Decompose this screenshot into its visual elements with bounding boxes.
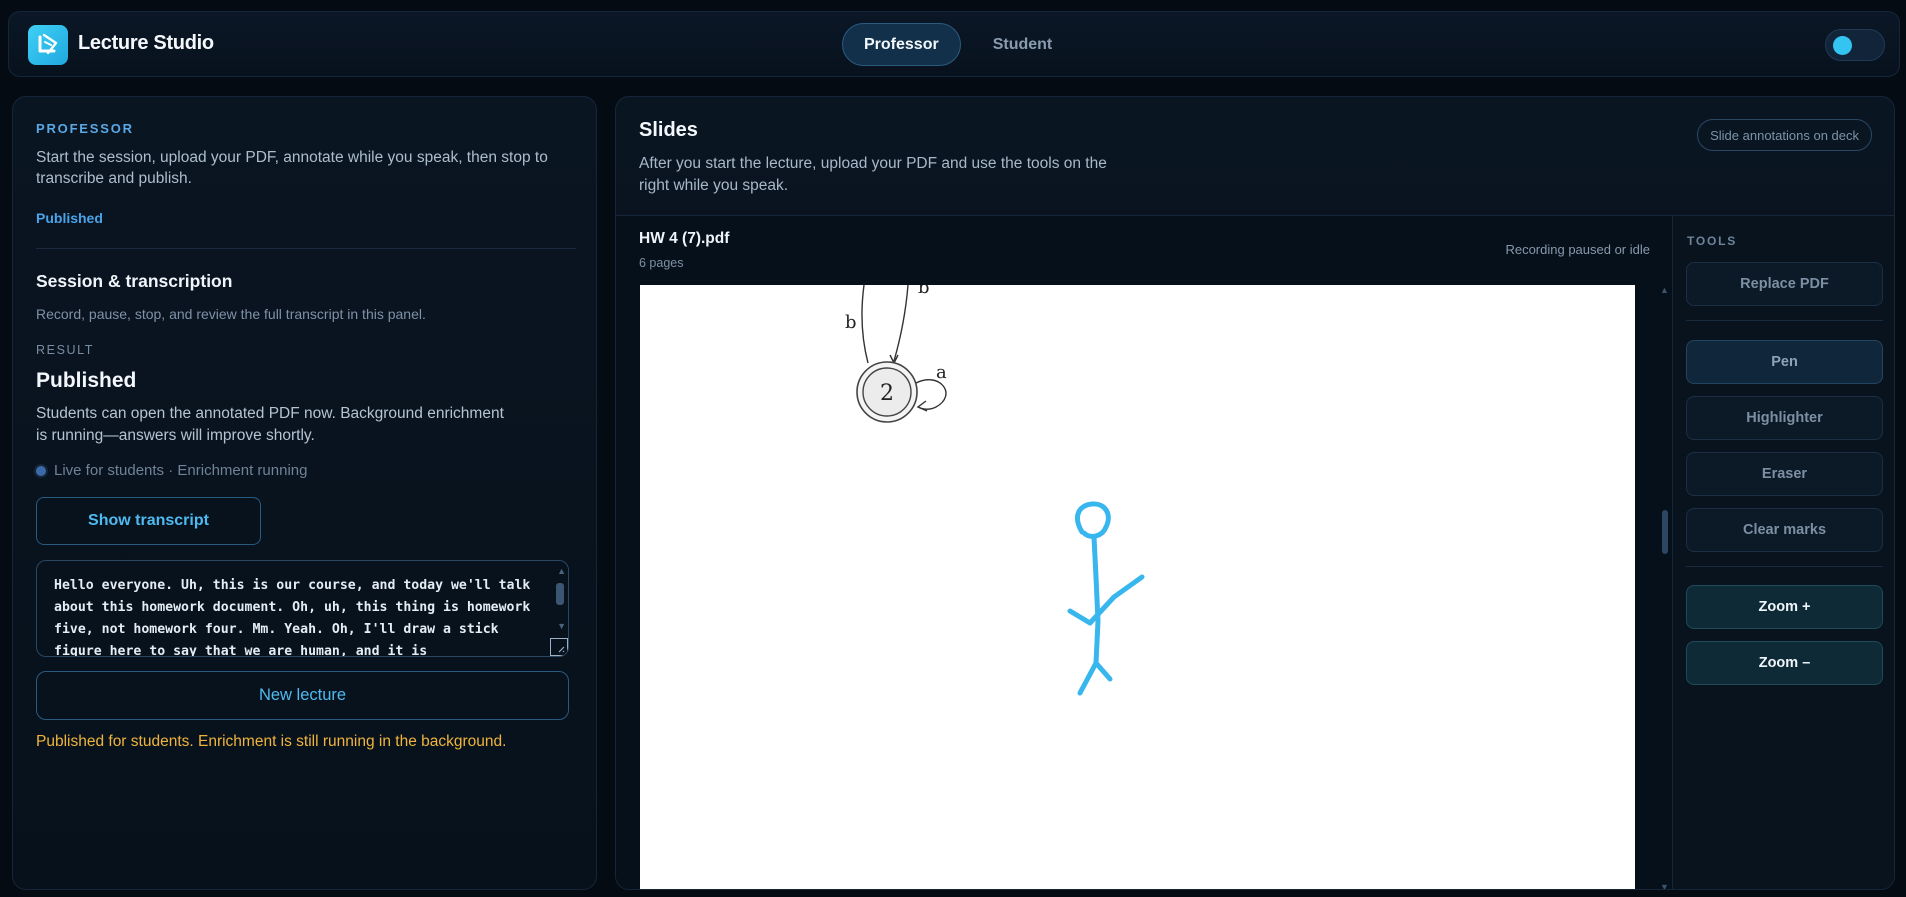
panel-eyebrow: PROFESSOR: [36, 121, 134, 136]
slides-title: Slides: [639, 119, 698, 141]
slide-drawing: b b 2 a: [845, 285, 1145, 696]
scroll-down-icon[interactable]: ▼: [1660, 882, 1669, 889]
divider: [1686, 566, 1883, 567]
show-transcript-button[interactable]: Show transcript: [36, 497, 261, 545]
result-description: Students can open the annotated PDF now.…: [36, 405, 504, 444]
clear-marks-button[interactable]: Clear marks: [1686, 508, 1883, 552]
publish-status: Published: [36, 210, 103, 226]
page-count: 6 pages: [639, 256, 684, 270]
theme-toggle[interactable]: [1825, 29, 1885, 61]
slides-description: After you start the lecture, upload your…: [639, 155, 1107, 194]
tools-panel: TOOLS Replace PDF Pen Highlighter Eraser…: [1672, 215, 1894, 889]
session-subtitle: Record, pause, stop, and review the full…: [36, 306, 426, 322]
scrollbar-thumb[interactable]: [1662, 510, 1668, 554]
role-student-button[interactable]: Student: [971, 23, 1075, 66]
slide-deck: HW 4 (7).pdf 6 pages Recording paused or…: [616, 215, 1672, 889]
transcript-text: Hello everyone. Uh, this is our course, …: [54, 578, 531, 657]
tools-label: TOOLS: [1687, 234, 1738, 248]
highlighter-tool-button[interactable]: Highlighter: [1686, 396, 1883, 440]
live-status: Live for students · Enrichment running: [36, 462, 307, 479]
edge-label: a: [936, 362, 947, 383]
app-title: Lecture Studio: [78, 32, 214, 54]
professor-panel: PROFESSOR Start the session, upload your…: [12, 96, 597, 890]
eraser-tool-button[interactable]: Eraser: [1686, 452, 1883, 496]
slides-panel: Slides After you start the lecture, uplo…: [615, 96, 1895, 890]
app-logo-icon: [28, 25, 68, 65]
divider: [1686, 320, 1883, 321]
live-status-text: Live for students · Enrichment running: [54, 462, 308, 479]
recording-status: Recording paused or idle: [1505, 242, 1650, 257]
state-label: 2: [880, 381, 894, 406]
session-title: Session & transcription: [36, 271, 233, 291]
panel-intro: Start the session, upload your PDF, anno…: [36, 149, 548, 187]
file-name: HW 4 (7).pdf: [639, 230, 730, 247]
edge-label: b: [918, 285, 930, 298]
edge-line: [861, 285, 869, 364]
result-label: RESULT: [36, 343, 94, 357]
result-title: Published: [36, 369, 137, 392]
divider: [36, 248, 576, 249]
replace-pdf-button[interactable]: Replace PDF: [1686, 262, 1883, 306]
new-lecture-button[interactable]: New lecture: [36, 671, 569, 720]
scroll-up-icon[interactable]: ▲: [1660, 285, 1669, 295]
transcript-textarea[interactable]: Hello everyone. Uh, this is our course, …: [36, 560, 569, 657]
top-bar: Lecture Studio Professor Student: [8, 11, 1900, 77]
enrichment-footnote: Published for students. Enrichment is st…: [36, 733, 507, 750]
live-dot-icon: [36, 465, 46, 476]
edge-label: b: [845, 312, 857, 333]
resize-handle-icon[interactable]: [550, 638, 568, 656]
deck-header: HW 4 (7).pdf 6 pages Recording paused or…: [616, 216, 1672, 284]
edge-line: [893, 285, 909, 362]
role-professor-button[interactable]: Professor: [842, 23, 961, 66]
scroll-down-icon[interactable]: ▼: [557, 621, 566, 631]
zoom-out-button[interactable]: Zoom –: [1686, 641, 1883, 685]
annotations-chip: Slide annotations on deck: [1697, 119, 1872, 151]
pen-annotation: [1067, 501, 1145, 696]
pen-tool-button[interactable]: Pen: [1686, 340, 1883, 384]
deck-scrollbar[interactable]: ▲ ▼: [1660, 285, 1670, 889]
scrollbar-thumb[interactable]: [556, 583, 564, 605]
role-switch: Professor Student: [842, 23, 1074, 66]
slide-canvas[interactable]: b b 2 a: [640, 285, 1635, 889]
toggle-knob: [1833, 36, 1852, 55]
zoom-in-button[interactable]: Zoom +: [1686, 585, 1883, 629]
scroll-up-icon[interactable]: ▲: [557, 566, 566, 576]
